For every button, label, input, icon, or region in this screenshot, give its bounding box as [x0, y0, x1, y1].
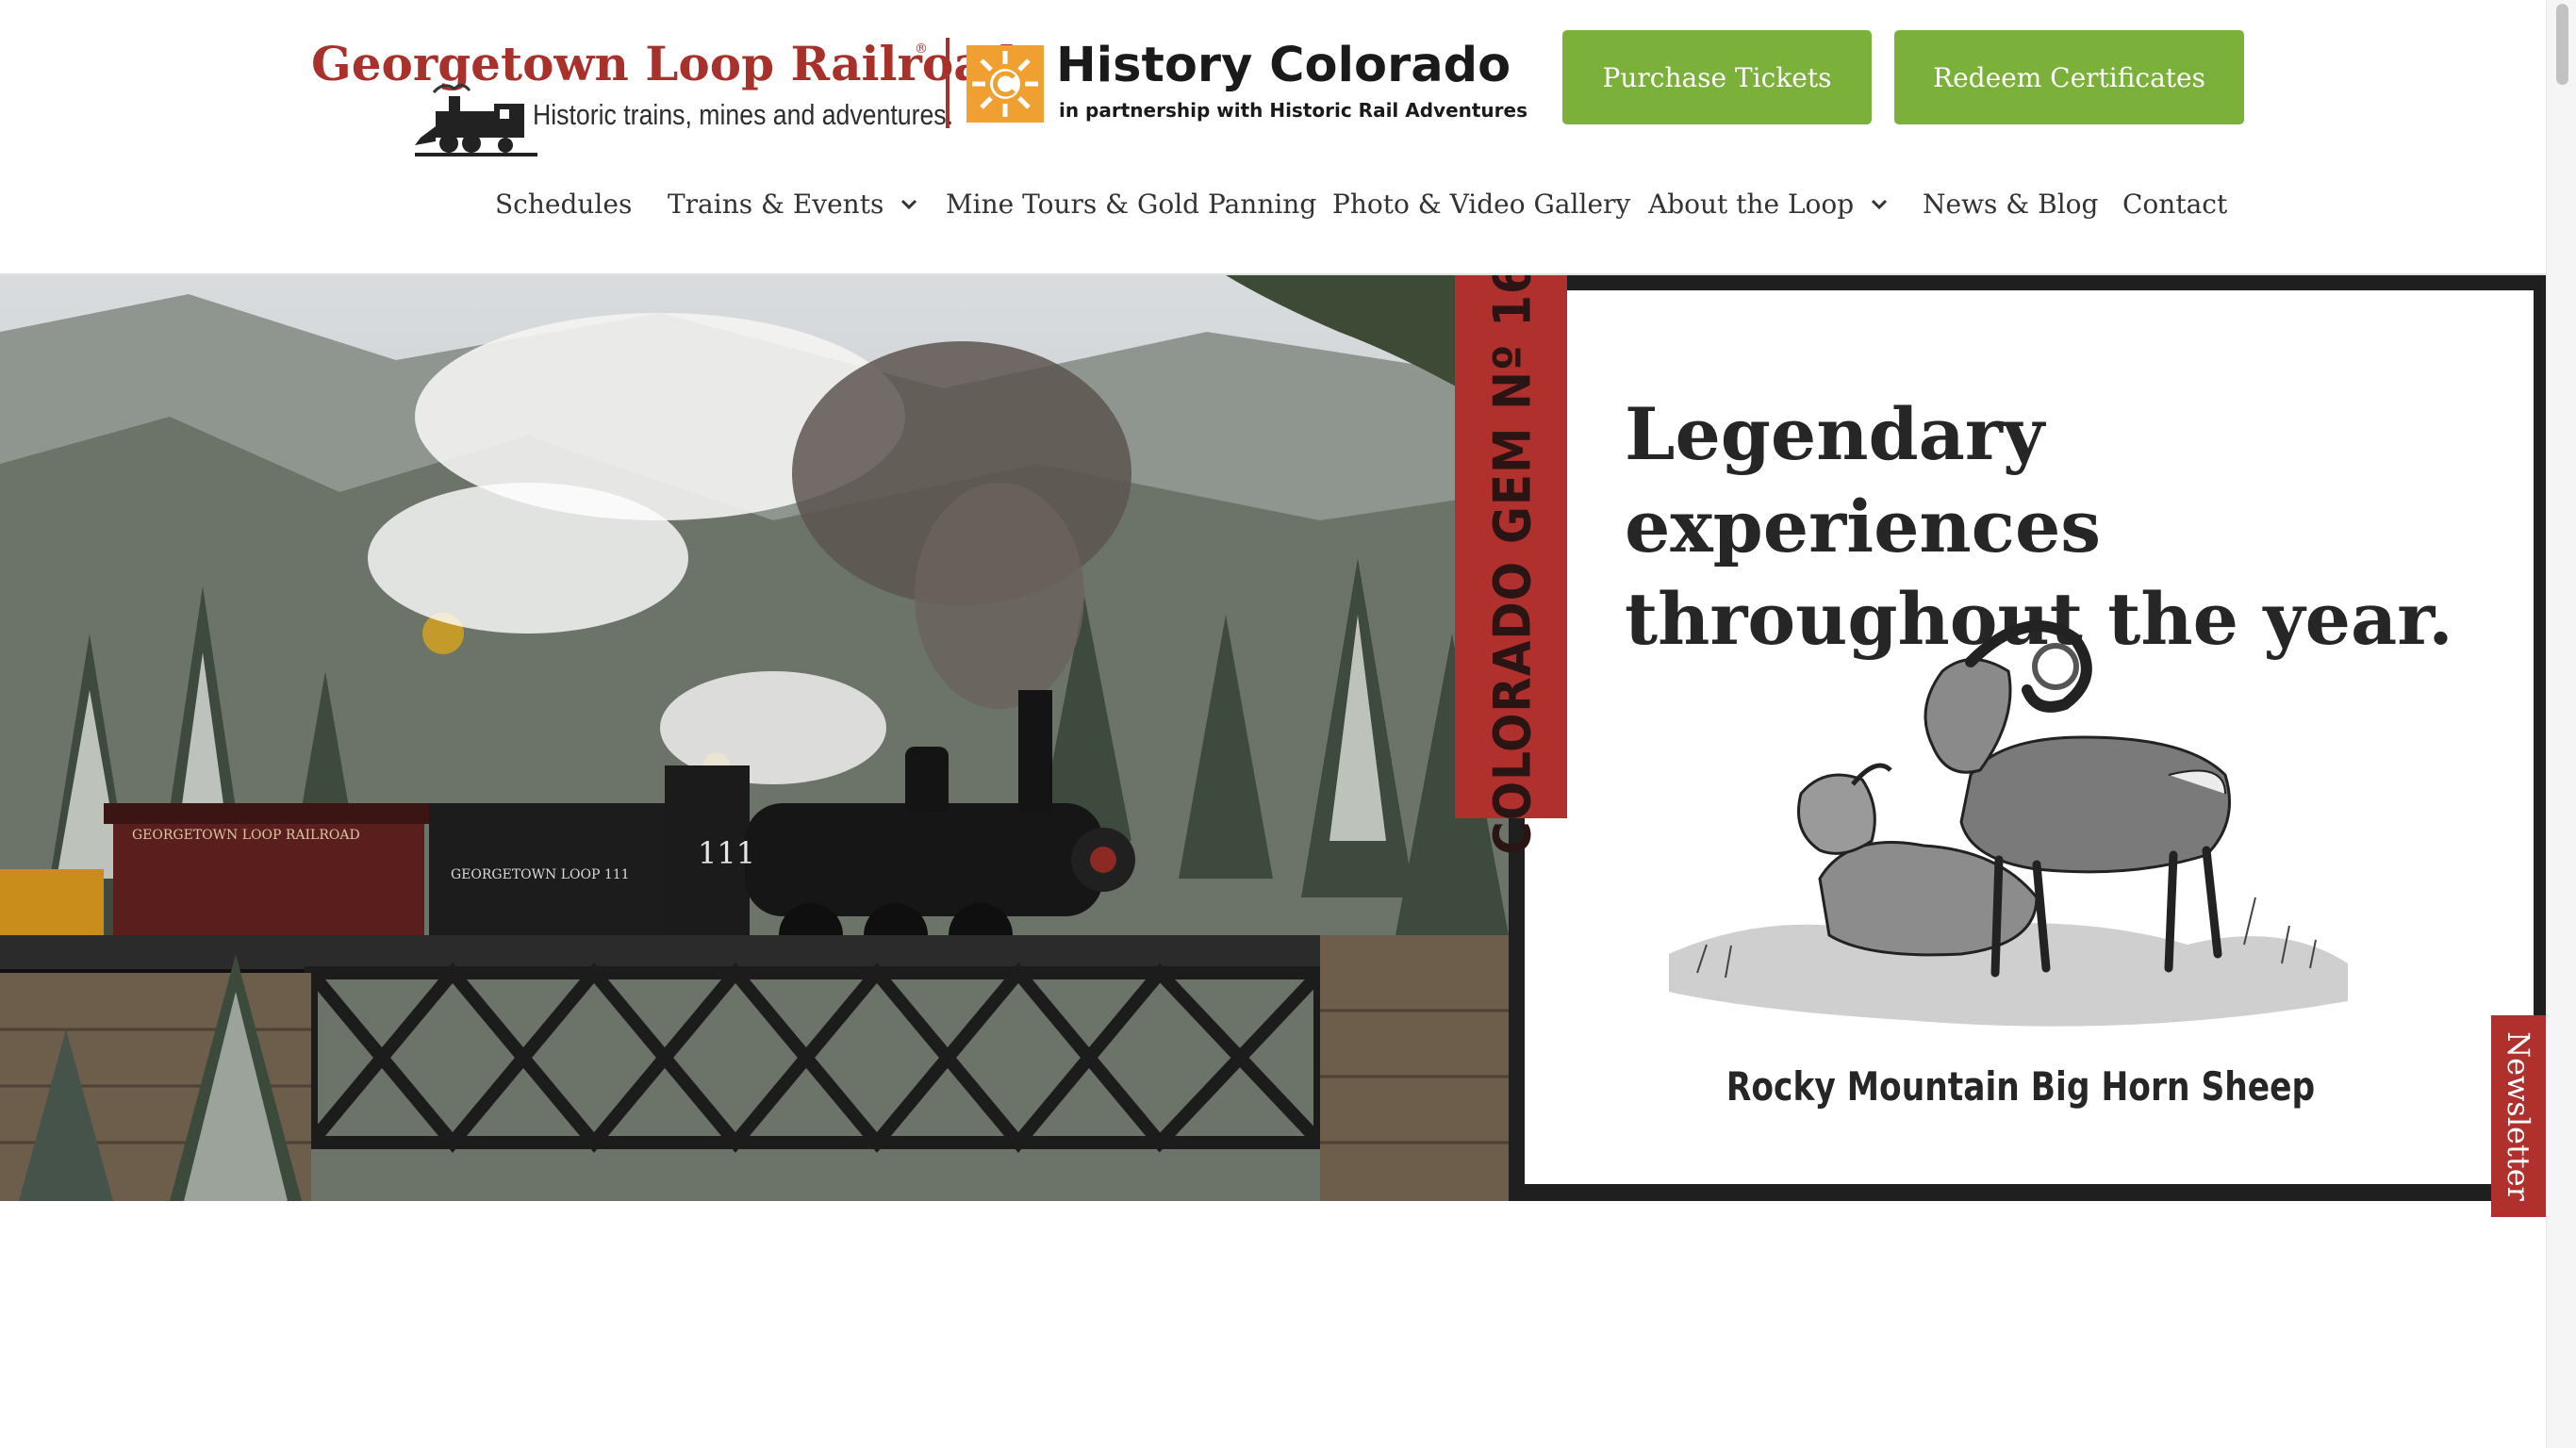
chevron-down-icon [901, 199, 917, 210]
history-colorado-title[interactable]: History Colorado [1056, 38, 1511, 93]
nav-item-label: About the Loop [1648, 188, 1855, 220]
history-colorado-sun-icon[interactable] [966, 45, 1044, 123]
nav-item-about-the-loop[interactable]: About the Loop [1648, 177, 1890, 230]
page-scrollbar[interactable] [2546, 0, 2576, 1448]
nav-item-photo-video-gallery[interactable]: Photo & Video Gallery [1332, 177, 1630, 230]
purchase-tickets-button[interactable]: Purchase Tickets [1562, 30, 1872, 124]
history-colorado-subtitle: in partnership with Historic Rail Advent… [1059, 99, 1528, 122]
coach-railroad-text: GEORGETOWN LOOP RAILROAD [132, 828, 360, 843]
site-header: Georgetown Loop Railroad ® Historic trai… [0, 0, 2546, 275]
nav-item-label: Trains & Events [668, 188, 884, 220]
nav-item-label: Mine Tours & Gold Panning [946, 188, 1317, 220]
nav-item-label: Contact [2122, 188, 2228, 220]
logo-divider [946, 38, 949, 128]
hero-banner: GEORGETOWN LOOP RAILROAD GEORGETOWN LOOP… [0, 275, 2546, 1201]
bighorn-sheep-illustration [1669, 620, 2348, 1027]
nav-item-schedules[interactable]: Schedules [495, 177, 632, 230]
registered-mark: ® [915, 41, 928, 57]
nav-item-label: Schedules [495, 188, 633, 220]
logo-tagline: Historic trains, mines and adventures. [533, 98, 954, 131]
nav-item-label: Photo & Video Gallery [1332, 188, 1631, 220]
nav-item-contact[interactable]: Contact [2122, 177, 2227, 230]
steam-train-icon [415, 84, 537, 156]
locomotive-number: 111 [698, 835, 755, 871]
illustration-caption: Rocky Mountain Big Horn Sheep [1726, 1063, 2316, 1110]
newsletter-label[interactable]: Newsletter [2501, 1031, 2536, 1201]
main-nav: Schedules Trains & Events Mine Tours & G… [0, 177, 2546, 234]
scrollbar-thumb[interactable] [2556, 4, 2568, 85]
train-on-bridge-photo: GEORGETOWN LOOP RAILROAD GEORGETOWN LOOP… [0, 275, 1509, 1201]
nav-item-news-blog[interactable]: News & Blog [1923, 177, 2098, 230]
tender-text: GEORGETOWN LOOP 111 [451, 867, 630, 882]
georgetown-loop-logo[interactable]: Georgetown Loop Railroad ® Historic trai… [311, 36, 1017, 158]
nav-item-mine-tours[interactable]: Mine Tours & Gold Panning [946, 177, 1316, 230]
redeem-certificates-button[interactable]: Redeem Certificates [1894, 30, 2244, 124]
nav-item-label: News & Blog [1923, 188, 2099, 220]
nav-item-trains-events[interactable]: Trains & Events [668, 177, 919, 230]
gem-label: COLORADO GEM Nº 16 [1482, 275, 1543, 855]
chevron-down-icon [1872, 199, 1888, 210]
